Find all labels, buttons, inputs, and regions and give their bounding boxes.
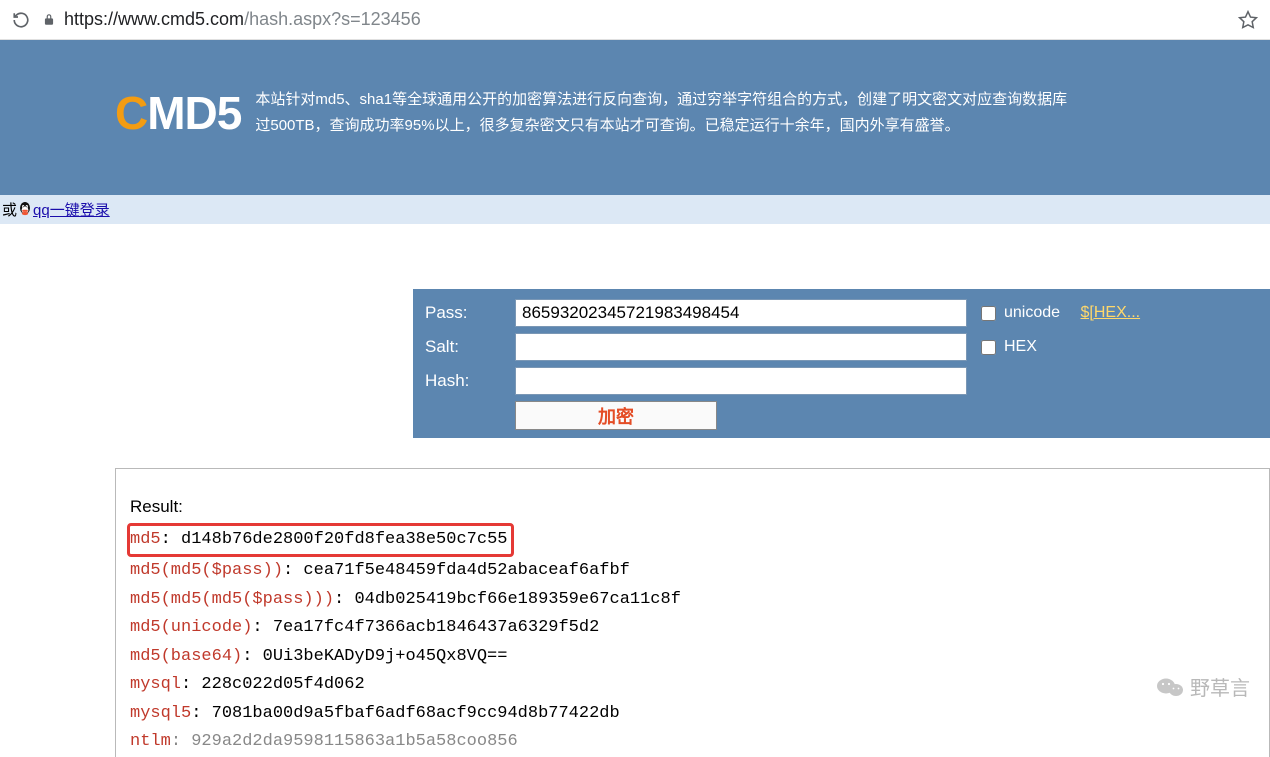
- pass-input[interactable]: [515, 299, 967, 327]
- site-logo: CMD5: [115, 86, 241, 140]
- desc-line-1: 本站针对md5、sha1等全球通用公开的加密算法进行反向查询，通过穷举字符组合的…: [255, 87, 1067, 113]
- hash-input[interactable]: [515, 367, 967, 395]
- result-line: md5(base64): 0Ui3beKADyD9j+o45Qx8VQ==: [130, 647, 507, 666]
- result-line: md5(unicode): 7ea17fc4f7366acb1846437a63…: [130, 618, 599, 637]
- pass-label: Pass:: [425, 303, 515, 323]
- watermark-text: 野草言: [1190, 672, 1250, 701]
- result-algorithm: md5(md5(md5($pass))): [130, 590, 334, 609]
- logo-letter-c: C: [115, 87, 147, 139]
- url-text: https://www.cmd5.com/hash.aspx?s=123456: [64, 9, 421, 30]
- result-line: mysql: 228c022d05f4d062: [130, 675, 365, 694]
- browser-address-bar: https://www.cmd5.com/hash.aspx?s=123456: [0, 0, 1270, 40]
- result-algorithm: md5: [130, 530, 161, 549]
- unicode-checkbox[interactable]: [981, 306, 996, 321]
- encrypt-button[interactable]: 加密: [515, 401, 717, 430]
- result-line: md5: d148b76de2800f20fd8fea38e50c7c55: [127, 523, 514, 558]
- qq-login-link[interactable]: qq一键登录: [33, 199, 110, 220]
- result-algorithm: md5(base64): [130, 647, 242, 666]
- bookmark-star-icon[interactable]: [1238, 10, 1258, 30]
- desc-line-2: 过500TB，查询成功率95%以上，很多复杂密文只有本站才可查询。已稳定运行十余…: [255, 113, 1067, 139]
- result-algorithm: ntlm: [130, 732, 171, 751]
- hash-label: Hash:: [425, 371, 515, 391]
- watermark: 野草言: [1156, 672, 1250, 701]
- result-line: md5(md5(md5($pass))): 04db025419bcf66e18…: [130, 590, 681, 609]
- pass-row: Pass: unicode $[HEX...: [425, 299, 1255, 327]
- unicode-label: unicode: [1004, 304, 1060, 322]
- lock-icon: [42, 13, 56, 27]
- login-prefix: 或: [2, 199, 17, 220]
- salt-input[interactable]: [515, 333, 967, 361]
- qq-icon: [17, 201, 33, 219]
- logo-rest: MD5: [147, 87, 241, 139]
- result-algorithm: mysql5: [130, 704, 191, 723]
- salt-row: Salt: HEX: [425, 333, 1255, 361]
- result-lines: md5: d148b76de2800f20fd8fea38e50c7c55md5…: [130, 526, 1255, 757]
- hex-checkbox[interactable]: [981, 340, 996, 355]
- result-algorithm: md5(md5($pass)): [130, 561, 283, 580]
- hex-label: HEX: [1004, 338, 1037, 356]
- result-algorithm: md5(unicode): [130, 618, 252, 637]
- result-algorithm: mysql: [130, 675, 181, 694]
- login-row: 或 qq一键登录: [0, 195, 1270, 224]
- result-line: md5(md5($pass)): cea71f5e48459fda4d52aba…: [130, 561, 630, 580]
- result-title: Result:: [130, 493, 1255, 522]
- hash-form-panel: Pass: unicode $[HEX... Salt: HEX Hash: 加…: [413, 289, 1270, 438]
- result-line: mysql5: 7081ba00d9a5fbaf6adf68acf9cc94d8…: [130, 704, 620, 723]
- url-bar[interactable]: https://www.cmd5.com/hash.aspx?s=123456: [42, 9, 1226, 30]
- site-header: CMD5 本站针对md5、sha1等全球通用公开的加密算法进行反向查询，通过穷举…: [0, 40, 1270, 195]
- salt-label: Salt:: [425, 337, 515, 357]
- hex-dollar-link[interactable]: $[HEX...: [1081, 304, 1141, 322]
- wechat-icon: [1156, 675, 1184, 699]
- reload-icon[interactable]: [12, 11, 30, 29]
- result-box: Result: md5: d148b76de2800f20fd8fea38e50…: [115, 468, 1270, 757]
- hash-row: Hash:: [425, 367, 1255, 395]
- site-description: 本站针对md5、sha1等全球通用公开的加密算法进行反向查询，通过穷举字符组合的…: [255, 87, 1067, 138]
- result-line: ntlm: 929a2d2da9598115863a1b5a58coo856: [130, 732, 518, 751]
